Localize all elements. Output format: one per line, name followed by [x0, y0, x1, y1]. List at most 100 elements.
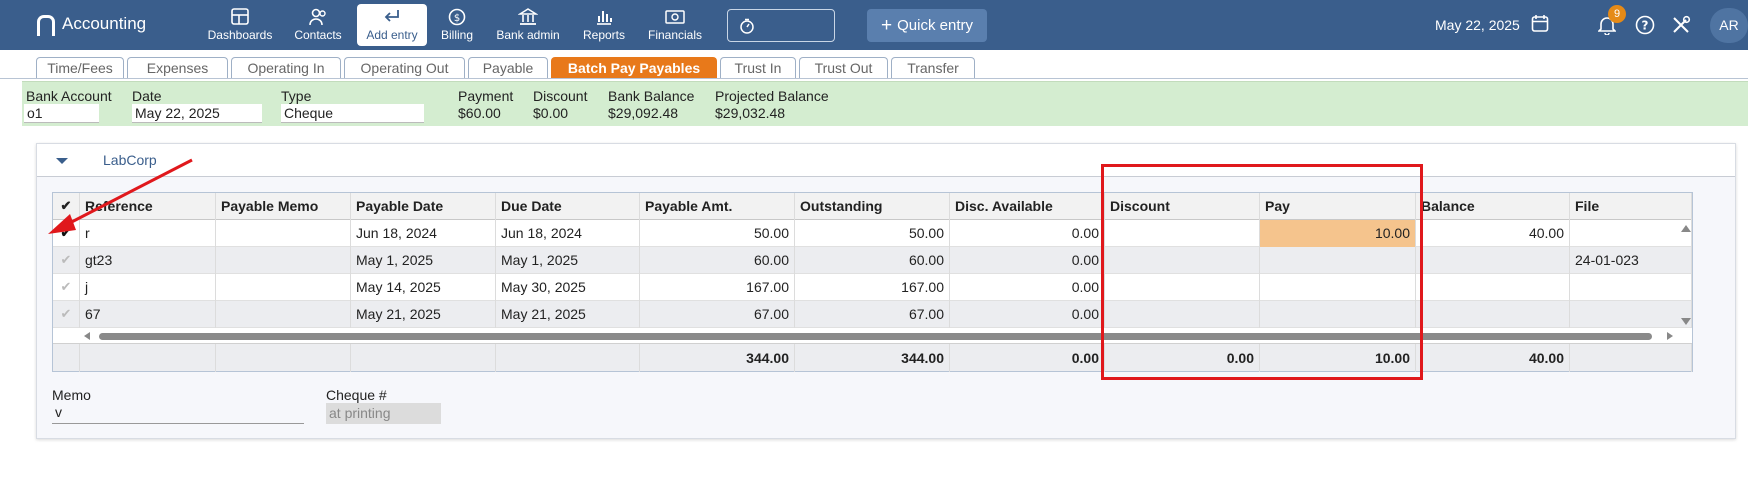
plus-icon: +: [881, 15, 893, 36]
tab-expenses[interactable]: Expenses: [127, 57, 228, 78]
scroll-down-arrow-icon[interactable]: [1681, 318, 1691, 325]
nav-bank-admin-label: Bank admin: [496, 28, 560, 42]
cell-reference[interactable]: gt23: [80, 247, 216, 274]
cell-reference[interactable]: r: [80, 220, 216, 247]
tab-operating-out[interactable]: Operating Out: [344, 57, 465, 78]
help-icon[interactable]: ?: [1635, 15, 1655, 35]
cell-reference[interactable]: 67: [80, 301, 216, 328]
return-arrow-icon: [384, 10, 399, 22]
cell-outstanding: 167.00: [795, 274, 950, 301]
col-reference[interactable]: Reference: [80, 193, 216, 220]
totals-row: 344.00 344.00 0.00 0.00 10.00 40.00: [53, 343, 1692, 372]
cheque-number-label: Cheque #: [326, 387, 387, 403]
app-brand[interactable]: Accounting: [36, 13, 147, 36]
cell-memo[interactable]: [216, 274, 351, 301]
bank-account-input[interactable]: o1: [24, 104, 99, 123]
totals-spacer: [1570, 344, 1692, 372]
cell-reference[interactable]: j: [80, 274, 216, 301]
nav-contacts[interactable]: Contacts: [287, 4, 349, 46]
scroll-up-arrow-icon[interactable]: [1681, 225, 1691, 232]
entry-tabs: Time/Fees Expenses Operating In Operatin…: [0, 50, 1748, 79]
row-checkbox[interactable]: ✔: [53, 220, 80, 247]
collapse-caret-icon[interactable]: [56, 158, 68, 164]
app-logo-icon: [36, 13, 55, 36]
select-all-checkbox[interactable]: ✔: [53, 193, 80, 220]
tab-transfer[interactable]: Transfer: [891, 57, 975, 78]
scroll-left-arrow-icon[interactable]: [84, 332, 90, 340]
nav-financials[interactable]: Financials: [642, 4, 708, 46]
col-disc-available[interactable]: Disc. Available: [950, 193, 1105, 220]
payment-label: Payment: [458, 88, 514, 104]
cell-balance: [1416, 247, 1570, 274]
cell-balance: [1416, 301, 1570, 328]
table-row[interactable]: ✔ gt23 May 1, 2025 May 1, 2025 60.00 60.…: [53, 247, 1692, 274]
total-payable-amt: 344.00: [640, 344, 795, 372]
row-checkbox[interactable]: ✔: [53, 274, 80, 301]
projected-balance-label: Projected Balance: [715, 88, 829, 104]
row-checkbox[interactable]: ✔: [53, 301, 80, 328]
bank-balance-label: Bank Balance: [608, 88, 695, 104]
cell-outstanding: 50.00: [795, 220, 950, 247]
dashboard-icon: [231, 8, 249, 25]
tools-icon[interactable]: [1671, 15, 1691, 35]
totals-spacer: [80, 344, 216, 372]
table-row[interactable]: ✔ 67 May 21, 2025 May 21, 2025 67.00 67.…: [53, 301, 1692, 328]
cell-balance: [1416, 274, 1570, 301]
date-input[interactable]: May 22, 2025: [132, 104, 262, 123]
bank-account-label: Bank Account: [26, 88, 112, 104]
tab-trust-out[interactable]: Trust Out: [799, 57, 888, 78]
tab-trust-in[interactable]: Trust In: [720, 57, 796, 78]
tab-batch-pay-payables[interactable]: Batch Pay Payables: [551, 57, 717, 78]
app-title: Accounting: [62, 14, 147, 33]
cell-disc-available: 0.00: [950, 274, 1105, 301]
tab-payable[interactable]: Payable: [468, 57, 548, 78]
notification-badge: 9: [1608, 5, 1626, 23]
tab-time-fees[interactable]: Time/Fees: [36, 57, 124, 78]
nav-bank-admin[interactable]: Bank admin: [492, 4, 564, 46]
nav-billing[interactable]: $ Billing: [436, 4, 478, 46]
table-row[interactable]: ✔ j May 14, 2025 May 30, 2025 167.00 167…: [53, 274, 1692, 301]
col-payable-memo[interactable]: Payable Memo: [216, 193, 351, 220]
cell-memo[interactable]: [216, 247, 351, 274]
col-payable-amt[interactable]: Payable Amt.: [640, 193, 795, 220]
col-payable-date[interactable]: Payable Date: [351, 193, 496, 220]
cell-due-date: Jun 18, 2024: [496, 220, 640, 247]
timer-widget[interactable]: [727, 9, 835, 42]
cell-outstanding: 60.00: [795, 247, 950, 274]
tab-operating-in[interactable]: Operating In: [231, 57, 341, 78]
calendar-icon[interactable]: [1531, 14, 1549, 33]
cell-memo[interactable]: [216, 220, 351, 247]
bank-icon: [518, 8, 538, 25]
table-row[interactable]: ✔ r Jun 18, 2024 Jun 18, 2024 50.00 50.0…: [53, 220, 1692, 247]
discount-value: $0.00: [533, 105, 569, 121]
top-bar: Accounting Dashboards Contacts Add entry…: [0, 0, 1748, 50]
vendor-header[interactable]: LabCorp: [37, 144, 1735, 177]
memo-input[interactable]: v: [52, 404, 304, 424]
cell-due-date: May 1, 2025: [496, 247, 640, 274]
col-due-date[interactable]: Due Date: [496, 193, 640, 220]
col-balance[interactable]: Balance: [1416, 193, 1570, 220]
nav-dashboards-label: Dashboards: [207, 28, 273, 42]
cheque-number-input[interactable]: at printing: [326, 403, 441, 424]
nav-dashboards[interactable]: Dashboards: [204, 4, 276, 46]
batch-summary: Bank Account o1 Date May 22, 2025 Type C…: [22, 81, 1748, 126]
horizontal-scrollbar[interactable]: [53, 329, 1692, 343]
nav-reports[interactable]: Reports: [579, 4, 629, 46]
type-label: Type: [281, 88, 312, 104]
cell-file: 24-01-023: [1570, 247, 1692, 274]
cell-due-date: May 21, 2025: [496, 301, 640, 328]
nav-add-entry-label: Add entry: [366, 28, 418, 42]
type-select[interactable]: Cheque: [281, 104, 424, 123]
nav-add-entry[interactable]: Add entry: [357, 4, 427, 46]
nav-reports-label: Reports: [582, 28, 626, 42]
bank-balance-value: $29,092.48: [608, 105, 679, 121]
user-avatar[interactable]: AR: [1710, 8, 1748, 43]
col-outstanding[interactable]: Outstanding: [795, 193, 950, 220]
row-checkbox[interactable]: ✔: [53, 247, 80, 274]
payables-grid: ✔ Reference Payable Memo Payable Date Du…: [52, 192, 1693, 372]
col-file[interactable]: File: [1570, 193, 1692, 220]
scroll-right-arrow-icon[interactable]: [1667, 332, 1673, 340]
cell-memo[interactable]: [216, 301, 351, 328]
cell-file: [1570, 220, 1692, 247]
quick-entry-button[interactable]: + Quick entry: [867, 9, 987, 42]
